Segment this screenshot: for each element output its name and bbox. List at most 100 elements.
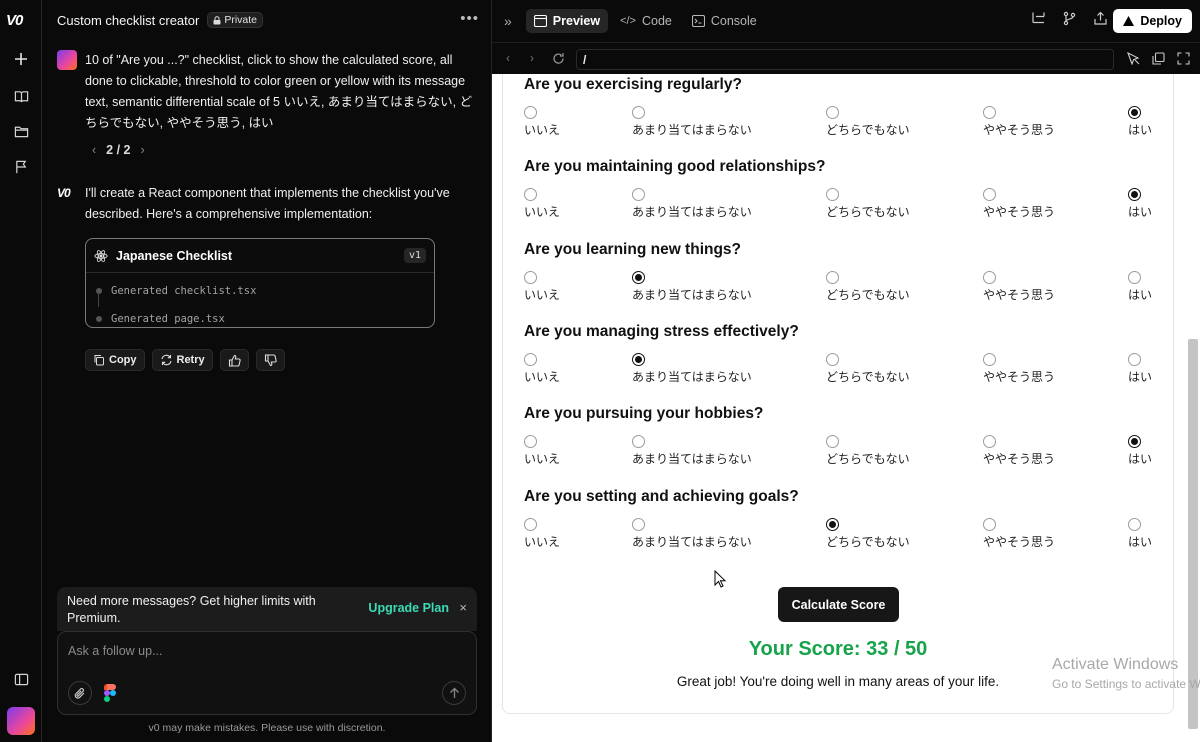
radio-button[interactable]: [983, 270, 996, 284]
chevron-left-icon[interactable]: ‹: [92, 143, 96, 157]
more-options-icon[interactable]: •••: [460, 10, 479, 27]
scale-option[interactable]: どちらでもない: [826, 352, 986, 386]
radio-button[interactable]: [1128, 435, 1141, 449]
new-chat-plus-icon[interactable]: [9, 47, 33, 71]
radio-button[interactable]: [826, 517, 839, 531]
user-message: 10 of "Are you ...?" checklist, click to…: [57, 50, 477, 134]
thumbs-up-button[interactable]: [219, 349, 249, 371]
share-icon[interactable]: [1093, 11, 1108, 26]
follow-up-input[interactable]: [68, 644, 458, 658]
tab-preview-label: Preview: [552, 14, 601, 28]
option-label: ややそう思う: [983, 287, 1056, 302]
scale-option[interactable]: ややそう思う: [983, 517, 1143, 551]
scale-option[interactable]: あまり当てはまらない: [632, 270, 792, 304]
radio-button[interactable]: [983, 517, 996, 531]
radio-button[interactable]: [524, 188, 537, 202]
radio-button[interactable]: [983, 188, 996, 202]
radio-button[interactable]: [826, 435, 839, 449]
collapse-chevrons-icon[interactable]: »: [504, 13, 512, 29]
close-icon[interactable]: ×: [459, 600, 467, 615]
scale-option[interactable]: どちらでもない: [826, 188, 986, 221]
radio-button[interactable]: [826, 188, 839, 202]
scale-option[interactable]: ややそう思う: [983, 270, 1143, 304]
radio-button[interactable]: [632, 106, 645, 119]
user-avatar[interactable]: [7, 707, 35, 735]
radio-button[interactable]: [524, 270, 537, 284]
radio-button[interactable]: [1128, 270, 1141, 284]
thumbs-down-button[interactable]: [255, 349, 285, 371]
radio-button[interactable]: [1128, 188, 1141, 202]
retry-button[interactable]: Retry: [151, 349, 213, 371]
radio-button[interactable]: [826, 106, 839, 119]
scale-option[interactable]: ややそう思う: [983, 106, 1143, 139]
radio-button[interactable]: [632, 435, 645, 449]
calculate-score-button[interactable]: Calculate Score: [778, 587, 899, 622]
deploy-button[interactable]: Deploy: [1113, 9, 1192, 33]
question-text: Are you managing stress effectively?: [524, 322, 799, 340]
back-icon[interactable]: ‹: [506, 51, 510, 65]
radio-button[interactable]: [983, 106, 996, 119]
reload-icon[interactable]: [552, 52, 565, 65]
scale-option[interactable]: どちらでもない: [826, 435, 986, 468]
version-card[interactable]: Japanese Checklist v1 Generated checklis…: [85, 238, 435, 328]
scale-option[interactable]: はい: [1128, 270, 1200, 304]
radio-button[interactable]: [983, 435, 996, 449]
attach-icon[interactable]: [68, 681, 92, 705]
radio-button[interactable]: [826, 270, 839, 284]
scale-option[interactable]: はい: [1128, 106, 1200, 139]
radio-button[interactable]: [632, 352, 645, 366]
scale-option[interactable]: ややそう思う: [983, 352, 1143, 386]
radio-button[interactable]: [524, 435, 537, 449]
radio-button[interactable]: [826, 352, 839, 366]
book-icon[interactable]: [9, 84, 33, 108]
scale-option[interactable]: あまり当てはまらない: [632, 352, 792, 386]
scale-option[interactable]: あまり当てはまらない: [632, 106, 792, 139]
send-button[interactable]: [442, 681, 466, 705]
copy-window-icon[interactable]: [1152, 52, 1165, 65]
folder-icon[interactable]: [9, 119, 33, 143]
radio-button[interactable]: [524, 352, 537, 366]
layout-icon[interactable]: [1031, 11, 1046, 26]
radio-button[interactable]: [632, 188, 645, 202]
flag-icon[interactable]: [9, 154, 33, 178]
url-input[interactable]: /: [576, 49, 1114, 70]
radio-button[interactable]: [1128, 517, 1141, 531]
upgrade-plan-link[interactable]: Upgrade Plan: [368, 601, 449, 615]
scale-option[interactable]: はい: [1128, 435, 1200, 468]
scale-option[interactable]: ややそう思う: [983, 188, 1143, 221]
radio-button[interactable]: [524, 517, 537, 531]
privacy-badge[interactable]: Private: [207, 12, 264, 28]
tab-console[interactable]: Console: [684, 9, 765, 33]
forward-icon[interactable]: ›: [530, 51, 534, 65]
preview-frame: Are you exercising regularly? いいえ あまり当てはまら…: [492, 74, 1200, 742]
chevron-right-icon[interactable]: ›: [141, 143, 145, 157]
radio-button[interactable]: [632, 270, 645, 284]
radio-button[interactable]: [983, 352, 996, 366]
scale-option[interactable]: はい: [1128, 188, 1200, 221]
fullscreen-icon[interactable]: [1177, 52, 1190, 65]
copy-icon: [94, 355, 104, 366]
scale-option[interactable]: ややそう思う: [983, 435, 1143, 468]
git-branch-icon[interactable]: [1062, 11, 1077, 26]
scale-option[interactable]: はい: [1128, 352, 1200, 386]
scale-option[interactable]: あまり当てはまらない: [632, 517, 792, 551]
figma-icon[interactable]: [104, 684, 116, 702]
v0-logo[interactable]: V0: [6, 12, 23, 29]
toggle-sidebar-icon[interactable]: [9, 667, 33, 691]
scale-option[interactable]: どちらでもない: [826, 270, 986, 304]
select-cursor-icon[interactable]: [1127, 52, 1140, 65]
tab-code[interactable]: </> Code: [612, 9, 680, 33]
radio-button[interactable]: [1128, 106, 1141, 119]
scale-option[interactable]: どちらでもない: [826, 106, 986, 139]
scale-option[interactable]: はい: [1128, 517, 1200, 551]
tab-preview[interactable]: Preview: [525, 9, 609, 33]
copy-button[interactable]: Copy: [85, 349, 145, 371]
chat-title[interactable]: Custom checklist creator: [57, 13, 199, 28]
scale-option[interactable]: あまり当てはまらない: [632, 435, 792, 468]
url-bar: ‹ › /: [492, 42, 1200, 74]
scale-option[interactable]: どちらでもない: [826, 517, 986, 551]
scale-option[interactable]: あまり当てはまらない: [632, 188, 792, 221]
radio-button[interactable]: [632, 517, 645, 531]
radio-button[interactable]: [1128, 352, 1141, 366]
radio-button[interactable]: [524, 106, 537, 119]
